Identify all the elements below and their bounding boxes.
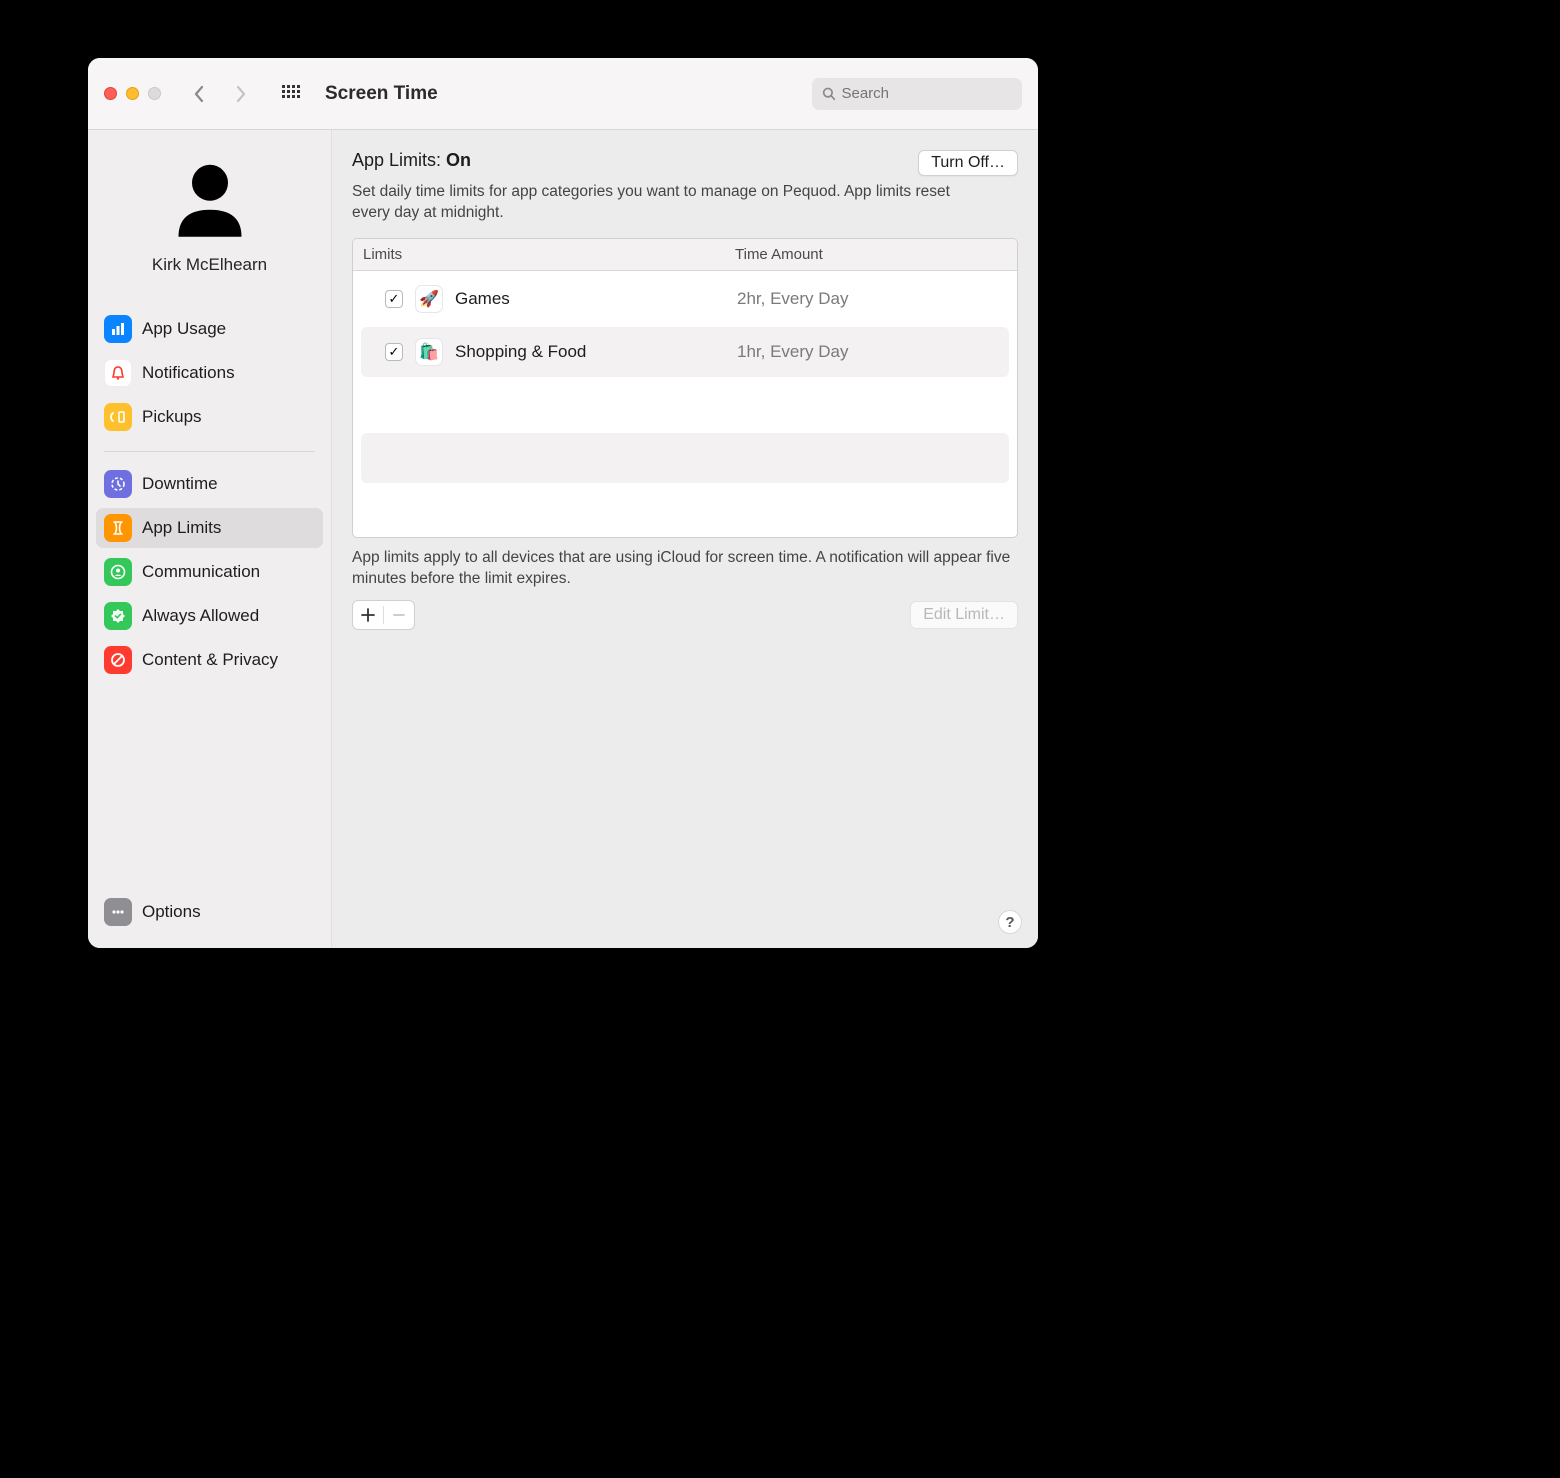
sidebar: Kirk McElhearn App Usage Notifications P… xyxy=(88,130,332,948)
checkmark-seal-icon xyxy=(104,602,132,630)
turn-off-button[interactable]: Turn Off… xyxy=(918,150,1018,176)
time-amount: 1hr, Every Day xyxy=(737,342,849,362)
system-preferences-window: Screen Time Kirk McElhearn App Usage xyxy=(88,58,1038,948)
sidebar-item-app-limits[interactable]: App Limits xyxy=(96,508,323,548)
ellipsis-icon xyxy=(104,898,132,926)
sidebar-item-label: App Usage xyxy=(142,319,226,339)
bell-icon xyxy=(104,359,132,387)
row-checkbox[interactable]: ✓ xyxy=(385,290,403,308)
forward-button[interactable] xyxy=(227,80,255,108)
pickup-icon xyxy=(104,403,132,431)
grid-icon xyxy=(282,85,300,103)
sidebar-item-label: Notifications xyxy=(142,363,235,383)
sidebar-item-content-privacy[interactable]: Content & Privacy xyxy=(96,640,323,680)
sidebar-item-downtime[interactable]: Downtime xyxy=(96,464,323,504)
content-pane: App Limits: On Turn Off… Set daily time … xyxy=(332,130,1038,948)
sidebar-item-always-allowed[interactable]: Always Allowed xyxy=(96,596,323,636)
search-input[interactable] xyxy=(841,85,1012,102)
category-name: Shopping & Food xyxy=(455,342,725,362)
chevron-right-icon xyxy=(235,85,247,103)
sidebar-separator xyxy=(104,451,315,452)
shopping-icon: 🛍️ xyxy=(415,338,443,366)
plus-icon xyxy=(361,608,375,622)
sidebar-item-label: Pickups xyxy=(142,407,202,427)
user-profile: Kirk McElhearn xyxy=(96,154,323,301)
window-controls xyxy=(104,87,161,100)
help-button[interactable]: ? xyxy=(998,910,1022,934)
col-time-amount: Time Amount xyxy=(735,246,1007,263)
pane-subtitle: Set daily time limits for app categories… xyxy=(352,182,972,224)
table-body[interactable]: ✓ 🚀 Games 2hr, Every Day ✓ 🛍️ Shopping &… xyxy=(353,271,1017,537)
sidebar-item-options[interactable]: Options xyxy=(96,892,323,932)
add-limit-button[interactable] xyxy=(353,601,383,629)
footer-note: App limits apply to all devices that are… xyxy=(352,548,1018,590)
sidebar-item-label: Communication xyxy=(142,562,260,582)
bar-chart-icon xyxy=(104,315,132,343)
show-all-button[interactable] xyxy=(277,80,305,108)
sidebar-item-label: Options xyxy=(142,902,201,922)
hourglass-icon xyxy=(104,514,132,542)
toolbar: Screen Time xyxy=(88,58,1038,130)
edit-limit-button[interactable]: Edit Limit… xyxy=(910,601,1018,629)
row-checkbox[interactable]: ✓ xyxy=(385,343,403,361)
add-remove-control xyxy=(352,600,415,630)
close-window-button[interactable] xyxy=(104,87,117,100)
window-title: Screen Time xyxy=(325,83,438,105)
sidebar-item-label: Always Allowed xyxy=(142,606,259,626)
window-body: Kirk McElhearn App Usage Notifications P… xyxy=(88,130,1038,948)
table-header: Limits Time Amount xyxy=(353,239,1017,271)
table-row[interactable]: ✓ 🚀 Games 2hr, Every Day xyxy=(361,274,1009,324)
limits-table: Limits Time Amount ✓ 🚀 Games 2hr, Every … xyxy=(352,238,1018,538)
sidebar-item-communication[interactable]: Communication xyxy=(96,552,323,592)
clock-icon xyxy=(104,470,132,498)
user-name: Kirk McElhearn xyxy=(96,255,323,275)
pane-title: App Limits: On xyxy=(352,150,471,171)
search-icon xyxy=(822,86,835,101)
sidebar-item-label: Downtime xyxy=(142,474,218,494)
sidebar-item-notifications[interactable]: Notifications xyxy=(96,353,323,393)
time-amount: 2hr, Every Day xyxy=(737,289,849,309)
person-circle-icon xyxy=(104,558,132,586)
table-row[interactable]: ✓ 🛍️ Shopping & Food 1hr, Every Day xyxy=(361,327,1009,377)
minus-icon xyxy=(392,608,406,622)
category-name: Games xyxy=(455,289,725,309)
no-sign-icon xyxy=(104,646,132,674)
col-limits: Limits xyxy=(363,246,735,263)
table-row-empty xyxy=(361,433,1009,483)
sidebar-item-label: Content & Privacy xyxy=(142,650,278,670)
remove-limit-button[interactable] xyxy=(384,601,414,629)
avatar-icon xyxy=(165,154,255,244)
sidebar-item-label: App Limits xyxy=(142,518,221,538)
zoom-window-button[interactable] xyxy=(148,87,161,100)
games-icon: 🚀 xyxy=(415,285,443,313)
chevron-left-icon xyxy=(193,85,205,103)
minimize-window-button[interactable] xyxy=(126,87,139,100)
back-button[interactable] xyxy=(185,80,213,108)
sidebar-item-pickups[interactable]: Pickups xyxy=(96,397,323,437)
sidebar-item-app-usage[interactable]: App Usage xyxy=(96,309,323,349)
search-field[interactable] xyxy=(812,78,1022,110)
